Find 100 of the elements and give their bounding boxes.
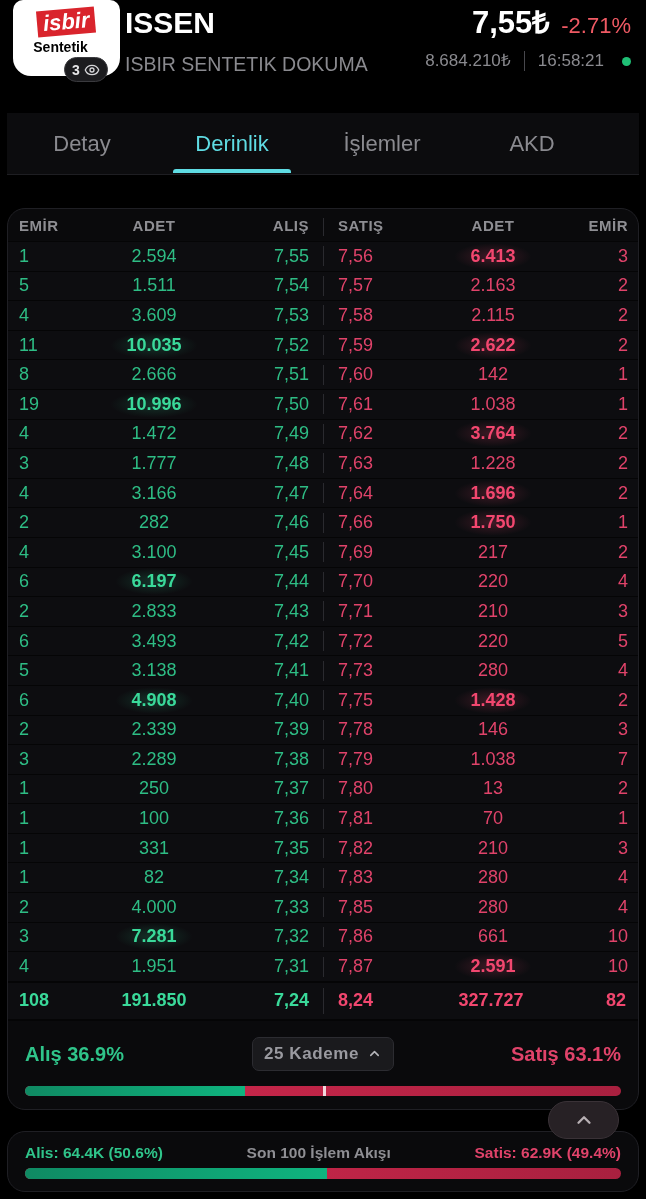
ask-quantity-cell-text: 217 xyxy=(477,540,508,564)
ask-quantity-cell-text: 280 xyxy=(477,895,508,919)
company-name: ISBIR SENTETIK DOKUMA xyxy=(125,52,368,76)
bid-price-cell: 7,46 xyxy=(273,512,309,533)
bid-price-cell: 7,31 xyxy=(273,956,309,977)
bid-orders-cell: 19 xyxy=(19,393,40,414)
ask-quantity-cell: 1.696 xyxy=(454,479,532,507)
bid-quantity-cell-text: 3.493 xyxy=(131,629,177,653)
ask-orders-cell: 10 xyxy=(607,926,628,947)
total-orders-cell: 82 xyxy=(605,990,626,1011)
ask-orders-cell: 10 xyxy=(607,956,628,977)
ask-orders-cell: 4 xyxy=(618,571,628,592)
ask-quantity-cell-text: 1.038 xyxy=(470,392,516,416)
tab[interactable]: AKD xyxy=(457,113,607,174)
ask-quantity-cell-text: 661 xyxy=(477,925,508,949)
ask-price-cell: 7,85 xyxy=(338,896,374,917)
ask-price-cell: 7,81 xyxy=(338,808,374,829)
bid-orders-cell: 5 xyxy=(19,275,29,296)
bid-quantity-cell-text: 2.833 xyxy=(131,599,177,623)
bid-orders-cell: 3 xyxy=(19,452,29,473)
bid-price-cell: 7,43 xyxy=(273,600,309,621)
bid-quantity-cell-text: 331 xyxy=(138,836,169,860)
tab[interactable]: Derinlik xyxy=(157,113,307,174)
update-time: 16:58:21 xyxy=(537,51,604,71)
trade-volume: 8.684.210₺ xyxy=(425,51,511,71)
total-orders-cell: 108 xyxy=(19,990,50,1011)
column-header: ALIŞ xyxy=(272,217,309,235)
bid-orders-cell: 3 xyxy=(19,748,29,769)
bid-price-cell: 7,38 xyxy=(273,748,309,769)
bid-price-cell: 7,40 xyxy=(273,689,309,710)
tab[interactable]: Detay xyxy=(7,113,157,174)
ask-price-cell: 7,72 xyxy=(338,630,374,651)
tab[interactable]: İşlemler xyxy=(307,113,457,174)
bid-orders-cell: 2 xyxy=(19,512,29,533)
price-change: -2.71% xyxy=(561,13,631,39)
ask-orders-cell: 2 xyxy=(618,334,628,355)
bid-quantity-cell-text: 1.777 xyxy=(131,451,177,475)
ask-quantity-cell-text: 2.115 xyxy=(471,304,515,327)
bid-quantity-cell-text: 250 xyxy=(138,777,169,801)
bid-price-cell: 7,42 xyxy=(273,630,309,651)
ask-quantity-cell-text: 70 xyxy=(483,807,503,831)
ask-quantity-cell-text: 1.228 xyxy=(470,451,516,475)
ask-price-cell: 7,73 xyxy=(338,660,374,681)
ask-quantity-cell-text: 146 xyxy=(477,718,508,742)
ask-price-cell: 7,70 xyxy=(338,571,374,592)
ask-quantity-cell-text: 220 xyxy=(477,570,508,594)
bid-orders-cell: 1 xyxy=(19,808,29,829)
ask-orders-cell: 2 xyxy=(618,541,628,562)
bid-quantity-cell-text: 2.594 xyxy=(131,244,177,268)
bid-quantity-cell-text: 82 xyxy=(144,866,164,890)
bid-orders-cell: 2 xyxy=(19,896,29,917)
ask-orders-cell: 1 xyxy=(618,393,628,414)
column-header: ADET xyxy=(132,217,176,235)
last-price: 7,55₺ xyxy=(471,5,551,41)
bid-price-cell: 7,49 xyxy=(273,423,309,444)
ask-quantity-cell-text: 2.163 xyxy=(470,274,516,298)
scroll-up-button[interactable] xyxy=(548,1101,619,1139)
column-header: SATIŞ xyxy=(338,217,384,235)
ask-price-cell: 7,64 xyxy=(338,482,374,503)
bid-price-cell: 7,55 xyxy=(273,245,309,266)
bid-orders-cell: 6 xyxy=(19,571,29,592)
ask-orders-cell: 7 xyxy=(618,748,628,769)
buy-ratio-label: Alış 36.9% xyxy=(25,1041,124,1067)
bid-orders-cell: 1 xyxy=(19,867,29,888)
bid-orders-cell: 6 xyxy=(19,689,29,710)
ask-quantity-cell-text: 220 xyxy=(477,629,508,653)
bid-price-cell: 7,50 xyxy=(273,393,309,414)
ask-quantity-cell-text: 1.038 xyxy=(470,747,516,771)
ask-orders-cell: 2 xyxy=(618,482,628,503)
ask-quantity-cell: 1.428 xyxy=(454,686,532,714)
ask-price-cell: 7,56 xyxy=(338,245,374,266)
bid-quantity-cell-text: 2.339 xyxy=(131,718,177,742)
levels-dropdown-button[interactable]: 25 Kademe xyxy=(251,1036,395,1071)
ask-orders-cell: 2 xyxy=(618,423,628,444)
ask-price-cell: 7,58 xyxy=(338,305,374,325)
bid-orders-cell: 1 xyxy=(19,778,29,799)
bid-quantity-cell-text: 4.000 xyxy=(131,895,177,919)
bid-orders-cell: 4 xyxy=(19,423,29,444)
bid-quantity-cell-text: 3.138 xyxy=(131,659,177,683)
bid-orders-cell: 4 xyxy=(19,482,29,503)
ask-quantity-cell-text: 142 xyxy=(477,363,508,387)
flow-buy-label: Alis: 64.4K (50.6%) xyxy=(25,1143,163,1164)
logo-subtitle: Sentetik xyxy=(33,40,88,54)
ask-quantity-cell-text: 210 xyxy=(477,599,508,623)
bid-price-cell: 7,51 xyxy=(273,364,309,385)
bid-orders-cell: 2 xyxy=(19,719,29,740)
ask-orders-cell: 4 xyxy=(618,867,628,888)
logo-banner: isbir xyxy=(36,6,97,38)
bid-orders-cell: 6 xyxy=(19,630,29,651)
bid-price-cell: 7,44 xyxy=(273,571,309,592)
ask-orders-cell: 2 xyxy=(618,778,628,799)
bid-price-cell: 7,37 xyxy=(273,778,309,799)
bid-quantity-cell-text: 3.100 xyxy=(131,540,177,564)
ask-orders-cell: 4 xyxy=(618,660,628,681)
ask-price-cell: 7,63 xyxy=(338,452,374,473)
bid-price-cell: 7,35 xyxy=(273,837,309,858)
ask-orders-cell: 3 xyxy=(618,600,628,621)
ask-orders-cell: 2 xyxy=(618,275,628,296)
bid-quantity-cell-text: 2.289 xyxy=(131,747,177,771)
ask-price-cell: 7,78 xyxy=(338,719,374,740)
